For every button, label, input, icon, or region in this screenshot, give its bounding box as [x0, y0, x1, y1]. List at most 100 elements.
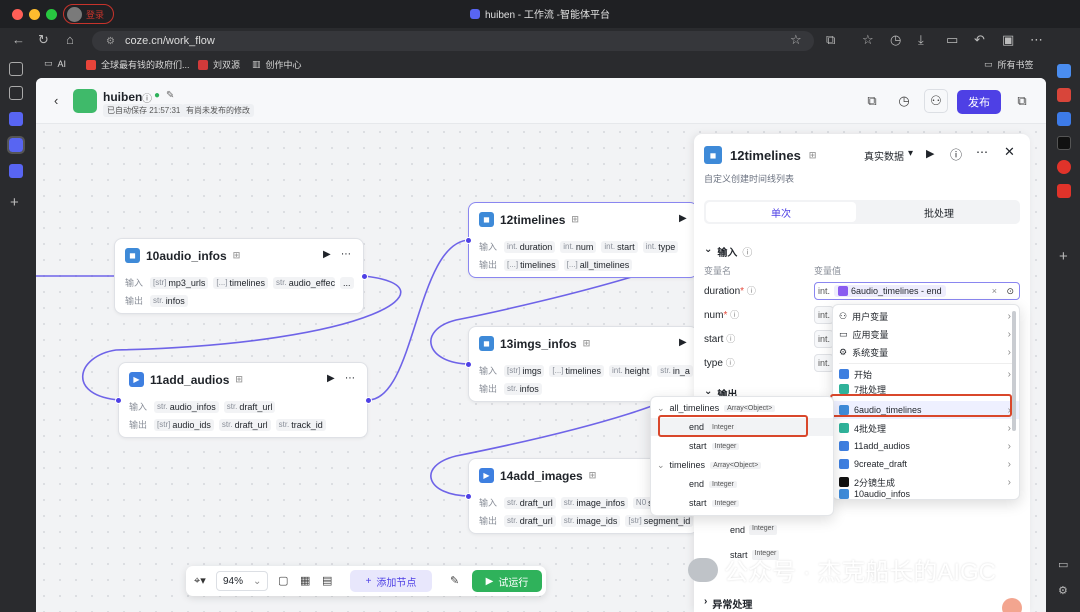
undo-icon[interactable]: ↶: [974, 32, 985, 48]
more-icon[interactable]: ⋯: [345, 373, 355, 384]
app-icon[interactable]: [1057, 112, 1071, 126]
help-icon[interactable]: ⓘ: [950, 146, 962, 163]
output-port[interactable]: [365, 397, 372, 404]
edit-icon[interactable]: ✎: [166, 90, 174, 101]
tabs-icon[interactable]: [9, 62, 23, 76]
node-11add-audios[interactable]: ▶ 11add_audios ⊞ ▶ ⋯ 输入 str. audio_infos st…: [115, 362, 372, 438]
favorites-icon[interactable]: ☆: [862, 32, 874, 48]
weibo-icon[interactable]: [1057, 160, 1071, 174]
translate-icon[interactable]: [1057, 64, 1071, 78]
layout-icon[interactable]: ▦: [300, 574, 310, 587]
info-icon[interactable]: ⓘ: [142, 90, 152, 105]
more-actions-icon[interactable]: ⧉: [1010, 89, 1034, 113]
menu-icon[interactable]: ⋯: [1030, 32, 1043, 48]
reload-icon[interactable]: ↻: [38, 32, 49, 48]
menu-system-vars[interactable]: ⚙ 系统变量 ›: [833, 343, 1019, 361]
submenu-timelines[interactable]: ⌄ timelines Array<Object>: [651, 456, 833, 474]
reading-icon[interactable]: [9, 86, 23, 100]
menu-user-vars[interactable]: ⚇ 用户变量 ›: [833, 307, 1019, 325]
menu-node-4batch[interactable]: 4批处理 ›: [833, 419, 1019, 437]
sidebar-layout-icon[interactable]: ▭: [1058, 558, 1068, 571]
menu-scrollbar[interactable]: [1012, 311, 1016, 431]
sidebar-settings-icon[interactable]: ⚙: [1058, 584, 1068, 597]
tab-batch[interactable]: 批处理: [860, 202, 1018, 222]
error-section-header[interactable]: › 异常处理: [704, 596, 752, 611]
bookmark-news[interactable]: 全球最有钱的政府们...: [86, 58, 190, 71]
node-13imgs-infos[interactable]: ◼ 13imgs_infos ⊞ ▶ 输入 [str] imgs [...] timel…: [465, 326, 698, 402]
output-port[interactable]: [361, 273, 368, 280]
more-icon[interactable]: ⋯: [976, 145, 988, 159]
coze-tab-icon[interactable]: [9, 112, 23, 126]
menu-node-9create-draft[interactable]: 9create_draft ›: [833, 455, 1019, 473]
wallet-icon[interactable]: ▣: [1002, 32, 1014, 48]
input-port[interactable]: [115, 397, 122, 404]
collaborators-icon[interactable]: ⚇: [924, 89, 948, 113]
add-tab-icon[interactable]: +: [10, 194, 19, 211]
bookmark-star-icon[interactable]: ☆: [790, 32, 802, 48]
copy-icon[interactable]: ⧉: [860, 89, 884, 113]
close-panel-icon[interactable]: ✕: [1004, 144, 1015, 160]
input-port[interactable]: [465, 237, 472, 244]
run-node-icon[interactable]: ▶: [323, 249, 331, 260]
coze-tab-active-icon[interactable]: [7, 136, 25, 154]
zoom-select[interactable]: 94% ⌄: [216, 571, 268, 591]
add-sidebar-app-icon[interactable]: +: [1059, 248, 1068, 265]
bookmark-creator[interactable]: ▥ 创作中心: [252, 58, 302, 71]
menu-node-10audio-infos[interactable]: 10audio_infos: [833, 489, 1019, 499]
input-tag: [...] timelines: [549, 364, 605, 377]
type-value-field[interactable]: int.: [814, 354, 834, 372]
douyin-icon[interactable]: [1057, 136, 1071, 150]
back-icon[interactable]: ←: [12, 32, 25, 47]
col-name-header: 变量名: [704, 266, 732, 276]
input-port[interactable]: [465, 493, 472, 500]
debug-tool-icon[interactable]: ✎: [450, 574, 459, 587]
run-node-icon[interactable]: ▶: [327, 373, 335, 384]
extensions-icon[interactable]: ⧉: [826, 32, 835, 48]
comment-icon[interactable]: ▢: [278, 574, 288, 587]
menu-app-vars[interactable]: ▭ 应用变量 ›: [833, 325, 1019, 343]
node-10audio-infos[interactable]: ◼ 10audio_infos ⊞ ▶ ⋯ 输入 [str] mp3_urls [..…: [114, 238, 368, 314]
submenu-timelines-start[interactable]: start Integer: [651, 494, 833, 512]
run-icon[interactable]: ▶: [926, 147, 934, 160]
history-icon[interactable]: ◷: [892, 89, 916, 113]
downloads-icon[interactable]: ⤓: [918, 32, 924, 48]
menu-node-start[interactable]: 开始 ›: [833, 365, 1019, 383]
bookmark-liu[interactable]: 刘双源: [198, 58, 240, 71]
more-icon[interactable]: ⋯: [341, 249, 351, 260]
wechat-icon: [688, 557, 718, 582]
all-bookmarks[interactable]: ▭ 所有书签: [984, 58, 1034, 71]
xiaohongshu-icon[interactable]: [1057, 184, 1071, 198]
duration-value-field[interactable]: int. 6audio_timelines - end × ⊙: [814, 282, 1020, 300]
variable-picker-icon[interactable]: ⊙: [1006, 286, 1014, 297]
bookmark-ai[interactable]: ▭ AI: [44, 58, 66, 69]
submenu-all-timelines-start[interactable]: start Integer: [651, 437, 833, 455]
app-icon[interactable]: [1057, 88, 1071, 102]
history-icon[interactable]: ◷: [890, 32, 901, 48]
add-node-button[interactable]: + 添加节点: [350, 570, 432, 592]
run-node-icon[interactable]: ▶: [679, 213, 687, 224]
tab-single[interactable]: 单次: [706, 202, 856, 222]
menu-node-11add-audios[interactable]: 11add_audios ›: [833, 437, 1019, 455]
clear-icon[interactable]: ×: [992, 286, 997, 296]
node-12timelines[interactable]: ◼ 12timelines ⊞ ▶ 输入 int. duration int. num …: [465, 202, 698, 278]
input-section-header[interactable]: ⌄ 输入 ⓘ: [704, 244, 752, 259]
minimap-icon[interactable]: ▤: [322, 574, 332, 587]
publish-button[interactable]: 发布: [957, 90, 1001, 114]
site-info-icon[interactable]: ⚙: [106, 36, 115, 47]
num-value-field[interactable]: int.: [814, 306, 834, 324]
mouse-mode-icon[interactable]: ⌖▾: [194, 574, 206, 588]
data-mode-select[interactable]: 真实数据 ▾: [864, 148, 913, 163]
input-port[interactable]: [465, 361, 472, 368]
start-value-field[interactable]: int.: [814, 330, 834, 348]
test-run-button[interactable]: ▶ 试运行: [472, 570, 542, 592]
url-field[interactable]: ⚙ coze.cn/work_flow: [92, 31, 814, 51]
assistant-avatar[interactable]: [1002, 598, 1022, 612]
back-arrow-icon[interactable]: ‹: [54, 93, 58, 108]
plugin-icon: ◼: [479, 336, 494, 351]
coze-tab-icon[interactable]: [9, 164, 23, 178]
submenu-timelines-end[interactable]: end Integer: [651, 475, 833, 493]
sidebar-toggle-icon[interactable]: ▭: [946, 32, 958, 48]
plugin-icon: ◼: [479, 212, 494, 227]
home-icon[interactable]: ⌂: [66, 32, 74, 47]
run-node-icon[interactable]: ▶: [679, 337, 687, 348]
